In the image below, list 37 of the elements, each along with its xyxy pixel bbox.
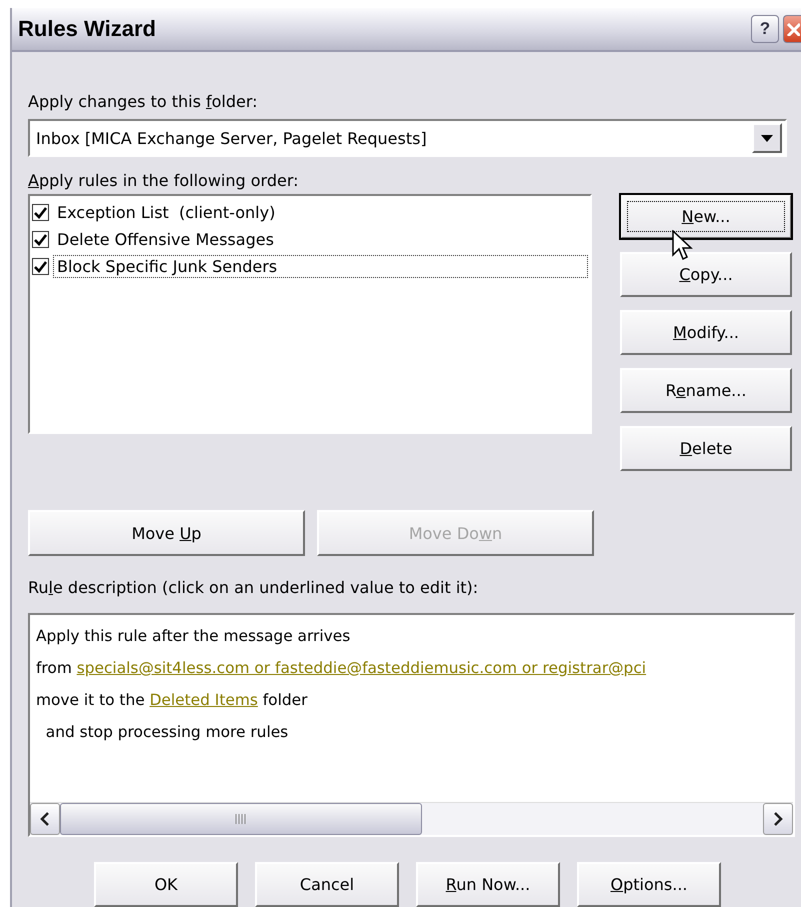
rule-checkbox[interactable] <box>32 204 49 221</box>
help-button[interactable]: ? <box>751 15 779 43</box>
description-label: Rule description (click on an underlined value to edit it): <box>28 578 480 597</box>
rule-action-button[interactable]: Modify... <box>620 310 792 355</box>
mouse-pointer-icon <box>672 230 694 262</box>
value-link[interactable]: specials@sit4less.com or fasteddie@fasteddiemusic.com or registrar@pci <box>76 659 646 677</box>
scroll-thumb[interactable] <box>60 803 422 835</box>
dialog-button[interactable]: Run Now... <box>416 862 560 907</box>
folder-label: Apply changes to this folder: <box>28 92 259 111</box>
close-icon <box>786 22 800 36</box>
rule-action-button[interactable]: Delete <box>620 426 792 471</box>
scroll-right-icon[interactable] <box>763 803 793 835</box>
rule-action-button[interactable]: Rename... <box>620 368 792 413</box>
dialog-button[interactable]: OK <box>94 862 238 907</box>
rules-label: Apply rules in the following order: <box>28 171 300 190</box>
close-button[interactable] <box>783 15 801 43</box>
rule-item[interactable]: Delete Offensive Messages <box>53 228 588 251</box>
scroll-left-icon[interactable] <box>30 803 60 835</box>
folder-dropdown[interactable]: Inbox [MICA Exchange Server, Pagelet Requests] <box>28 119 787 157</box>
description-line: from specials@sit4less.com or fasteddie@fasteddiemusic.com or registrar@pci <box>36 658 648 679</box>
window-title: Rules Wizard <box>18 16 156 42</box>
dialog-button[interactable]: Cancel <box>255 862 399 907</box>
description-line: Apply this rule after the message arrives <box>36 626 352 647</box>
horizontal-scrollbar[interactable] <box>30 802 793 835</box>
rule-item[interactable]: Exception List (client-only) <box>53 201 588 224</box>
value-link[interactable]: Deleted Items <box>150 691 258 709</box>
description-line: and stop processing more rules <box>44 722 290 743</box>
rules-list[interactable]: Exception List (client-only) Delete Offensive Messages Block Specific Junk Senders <box>28 194 592 434</box>
description-line: move it to the Deleted Items folder <box>36 690 308 711</box>
dialog-button[interactable]: Options... <box>577 862 721 907</box>
rule-checkbox[interactable] <box>32 231 49 248</box>
folder-value: Inbox [MICA Exchange Server, Pagelet Requests] <box>36 128 427 148</box>
rule-checkbox[interactable] <box>32 258 49 275</box>
rule-item[interactable]: Block Specific Junk Senders <box>53 255 588 278</box>
rule-action-button[interactable]: Copy... <box>620 252 792 297</box>
rule-action-button[interactable]: New... <box>620 194 792 239</box>
move-button[interactable]: Move Up <box>28 510 305 556</box>
